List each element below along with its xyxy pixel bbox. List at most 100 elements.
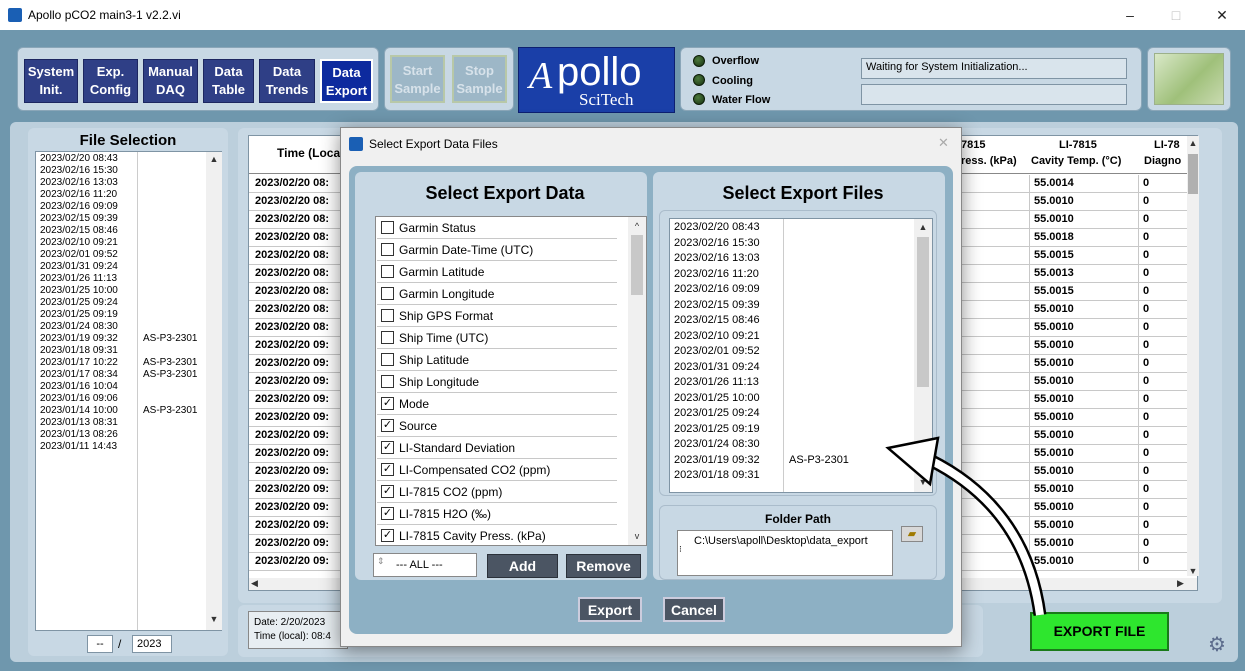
file-list-item[interactable]: 2023/02/10 09:21 — [40, 237, 210, 249]
file-list-item[interactable]: 2023/01/31 09:24 — [40, 261, 210, 273]
export-field-item[interactable]: Garmin Date-Time (UTC) — [377, 239, 617, 261]
export-file-item[interactable]: 2023/02/15 08:46 — [674, 313, 914, 329]
export-file-item[interactable]: 2023/02/10 09:21 — [674, 329, 914, 345]
table-vscroll[interactable]: ▲ ▼ — [1187, 136, 1199, 576]
export-field-item[interactable]: Ship Longitude — [377, 371, 617, 393]
file-list-item[interactable]: 2023/01/17 10:22 AS-P3-2301 — [40, 357, 210, 369]
checkbox[interactable]: ✓ — [381, 485, 394, 498]
tab-manual-daq[interactable]: Manual DAQ — [143, 59, 198, 103]
file-list-item[interactable]: 2023/01/16 10:04 — [40, 381, 210, 393]
export-fields-list[interactable]: Garmin Status Garmin Date-Time (UTC) Garmi… — [375, 216, 647, 546]
remove-button[interactable]: Remove — [566, 554, 641, 578]
export-file-item[interactable]: 2023/02/01 09:52 — [674, 344, 914, 360]
file-list-item[interactable]: 2023/02/01 09:52 — [40, 249, 210, 261]
start-sample-button[interactable]: Start Sample — [390, 55, 445, 103]
file-list-item[interactable]: 2023/01/14 10:00 AS-P3-2301 — [40, 405, 210, 417]
export-field-item[interactable]: Ship Time (UTC) — [377, 327, 617, 349]
checkbox[interactable] — [381, 353, 394, 366]
export-file-item[interactable]: 2023/01/25 10:00 — [674, 391, 914, 407]
checkbox[interactable] — [381, 375, 394, 388]
field-selector[interactable]: ⇕ --- ALL --- — [373, 553, 477, 577]
checkbox[interactable] — [381, 221, 394, 234]
table-scroll-down-icon[interactable]: ▼ — [1187, 566, 1199, 576]
export-field-item[interactable]: ✓ LI-7815 Cavity Press. (kPa) — [377, 525, 617, 545]
file-list-item[interactable]: 2023/02/20 08:43 — [40, 153, 210, 165]
export-field-item[interactable]: Ship GPS Format — [377, 305, 617, 327]
export-files-scroll-up-icon[interactable]: ▲ — [914, 222, 932, 232]
export-field-item[interactable]: Garmin Status — [377, 217, 617, 239]
export-field-item[interactable]: ✓ LI-7815 CO2 (ppm) — [377, 481, 617, 503]
file-list-item[interactable]: 2023/01/24 08:30 — [40, 321, 210, 333]
fields-scrollbar[interactable]: ^ v — [628, 217, 646, 545]
file-list-item[interactable]: 2023/01/13 08:26 — [40, 429, 210, 441]
export-field-item[interactable]: ✓ LI-Standard Deviation — [377, 437, 617, 459]
export-file-item[interactable]: 2023/01/26 11:13 — [674, 375, 914, 391]
export-field-item[interactable]: ✓ LI-Compensated CO2 (ppm) — [377, 459, 617, 481]
close-button[interactable]: ✕ — [1199, 0, 1245, 30]
fields-scroll-down-icon[interactable]: v — [628, 531, 646, 541]
checkbox[interactable]: ✓ — [381, 507, 394, 520]
file-list-item[interactable]: 2023/01/16 09:06 — [40, 393, 210, 405]
export-file-item[interactable]: 2023/02/16 15:30 — [674, 236, 914, 252]
file-list-item[interactable]: 2023/02/16 15:30 — [40, 165, 210, 177]
file-list-item[interactable]: 2023/01/25 09:19 — [40, 309, 210, 321]
maximize-button[interactable]: □ — [1153, 0, 1199, 30]
file-list-item[interactable]: 2023/01/26 11:13 — [40, 273, 210, 285]
file-list-item[interactable]: 2023/02/16 11:20 — [40, 189, 210, 201]
export-file-item[interactable]: 2023/02/20 08:43 — [674, 220, 914, 236]
file-list-item[interactable]: 2023/01/11 14:43 — [40, 441, 210, 453]
checkbox[interactable]: ✓ — [381, 529, 394, 542]
export-field-item[interactable]: Garmin Longitude — [377, 283, 617, 305]
export-file-item[interactable]: 2023/01/25 09:24 — [674, 406, 914, 422]
dialog-close-icon[interactable]: ✕ — [938, 135, 949, 151]
export-file-item[interactable]: 2023/02/16 11:20 — [674, 267, 914, 283]
file-list-item[interactable]: 2023/01/25 09:24 — [40, 297, 210, 309]
export-field-item[interactable]: ✓ Mode — [377, 393, 617, 415]
cancel-button[interactable]: Cancel — [663, 597, 725, 622]
file-selection-list[interactable]: 2023/02/20 08:43 2023/02/16 15:30 2023/02/… — [35, 151, 222, 631]
table-scroll-right-icon[interactable]: ▶ — [1177, 578, 1184, 589]
export-file-item[interactable]: 2023/01/25 09:19 — [674, 422, 914, 438]
checkbox[interactable] — [381, 287, 394, 300]
scroll-down-icon[interactable]: ▼ — [206, 614, 222, 624]
export-file-item[interactable]: 2023/01/19 09:32 AS-P3-2301 — [674, 453, 914, 469]
checkbox[interactable]: ✓ — [381, 419, 394, 432]
file-list-item[interactable]: 2023/01/19 09:32 AS-P3-2301 — [40, 333, 210, 345]
export-field-item[interactable]: Ship Latitude — [377, 349, 617, 371]
file-list-item[interactable]: 2023/01/13 08:31 — [40, 417, 210, 429]
stop-sample-button[interactable]: Stop Sample — [452, 55, 507, 103]
export-file-item[interactable]: 2023/02/15 09:39 — [674, 298, 914, 314]
checkbox[interactable]: ✓ — [381, 463, 394, 476]
file-list-item[interactable]: 2023/01/18 09:31 — [40, 345, 210, 357]
export-field-item[interactable]: ✓ Source — [377, 415, 617, 437]
tab-exp-config[interactable]: Exp. Config — [83, 59, 138, 103]
file-list-item[interactable]: 2023/02/15 09:39 — [40, 213, 210, 225]
year-field[interactable]: 2023 — [132, 635, 172, 653]
checkbox[interactable] — [381, 243, 394, 256]
export-file-item[interactable]: 2023/02/16 13:03 — [674, 251, 914, 267]
checkbox[interactable] — [381, 265, 394, 278]
checkbox[interactable] — [381, 331, 394, 344]
gear-icon[interactable]: ⚙ — [1208, 632, 1226, 657]
table-scroll-left-icon[interactable]: ◀ — [251, 578, 258, 589]
export-file-item[interactable]: 2023/01/18 09:31 — [674, 468, 914, 484]
file-list-item[interactable]: 2023/02/16 09:09 — [40, 201, 210, 213]
scroll-up-icon[interactable]: ▲ — [206, 154, 222, 164]
minimize-button[interactable]: – — [1107, 0, 1153, 30]
export-button[interactable]: Export — [578, 597, 642, 622]
file-list-scrollbar[interactable]: ▲ ▼ — [206, 152, 222, 630]
file-list-item[interactable]: 2023/02/16 13:03 — [40, 177, 210, 189]
tab-data-table[interactable]: Data Table — [203, 59, 254, 103]
export-file-item[interactable]: 2023/02/16 09:09 — [674, 282, 914, 298]
export-file-item[interactable]: 2023/01/31 09:24 — [674, 360, 914, 376]
file-list-item[interactable]: 2023/01/17 08:34 AS-P3-2301 — [40, 369, 210, 381]
add-button[interactable]: Add — [487, 554, 558, 578]
tab-system-init[interactable]: System Init. — [24, 59, 78, 103]
export-file-item[interactable]: 2023/01/24 08:30 — [674, 437, 914, 453]
checkbox[interactable]: ✓ — [381, 397, 394, 410]
export-field-item[interactable]: Garmin Latitude — [377, 261, 617, 283]
month-field[interactable]: -- — [87, 635, 113, 653]
tab-data-export[interactable]: Data Export — [320, 59, 373, 103]
checkbox[interactable] — [381, 309, 394, 322]
file-list-item[interactable]: 2023/01/25 10:00 — [40, 285, 210, 297]
